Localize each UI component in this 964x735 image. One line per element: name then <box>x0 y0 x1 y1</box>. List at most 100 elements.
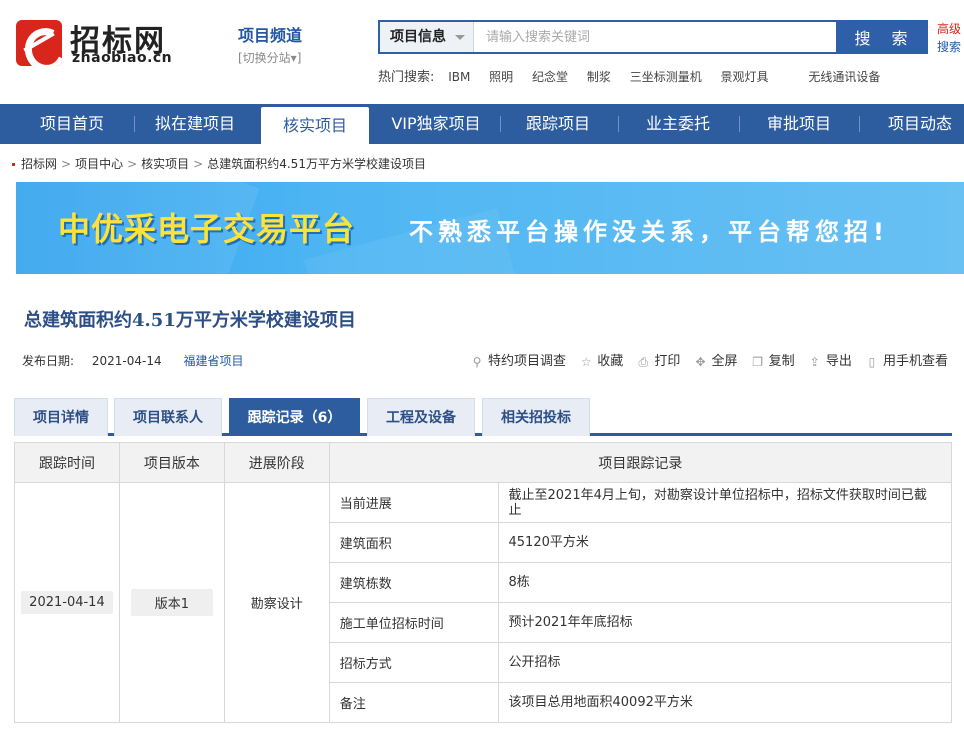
nav-item-owner[interactable]: 业主委托 <box>620 104 736 144</box>
page-title: 总建筑面积约4.51万平方米学校建设项目 <box>24 310 356 331</box>
bullet-icon <box>12 163 15 166</box>
search-box: 项目信息 搜 索 <box>378 20 928 54</box>
mobile-view-action[interactable]: ▯ 用手机查看 <box>866 350 948 369</box>
record-value: 预计2021年年底招标 <box>497 602 953 643</box>
record-label: 施工单位招标时间 <box>328 602 499 643</box>
record-value: 该项目总用地面积40092平方米 <box>497 682 953 723</box>
nav-item-verified[interactable]: 核实项目 <box>261 107 369 144</box>
column-header: 项目版本 <box>118 442 225 483</box>
action-toolbar: ⚲ 特约项目调查 ☆ 收藏 ⎙ 打印 ✥ 全屏 ❐ 复制 ⇪ 导出 ▯ 用手机查看 <box>461 350 948 369</box>
nav-divider <box>134 116 135 132</box>
hot-search-item[interactable]: 照明 <box>489 70 513 84</box>
fullscreen-action[interactable]: ✥ 全屏 <box>695 350 738 369</box>
site-logo[interactable]: 招标网 zhaobiao.cn <box>16 18 196 68</box>
nav-divider <box>618 116 619 132</box>
advanced-search-link[interactable]: 高级 搜索 <box>937 20 961 56</box>
nav-item-vip[interactable]: VIP独家项目 <box>378 104 494 144</box>
record-label: 招标方式 <box>328 642 499 683</box>
breadcrumb: 招标网 > 项目中心 > 核实项目 > 总建筑面积约4.51万平方米学校建设项目 <box>12 155 426 172</box>
action-label: 特约项目调查 <box>488 354 567 369</box>
banner-slogan: 不熟悉平台操作没关系，平台帮您招! <box>409 218 889 246</box>
advanced-search-label: 高级 <box>937 22 962 36</box>
nav-divider <box>859 116 860 132</box>
record-label: 当前进展 <box>328 482 499 523</box>
tracking-table: 跟踪时间 项目版本 进展阶段 项目跟踪记录 2021-04-14 版本1 勘察设… <box>14 442 953 723</box>
tab-project-details[interactable]: 项目详情 <box>14 398 108 436</box>
column-header: 跟踪时间 <box>14 442 120 483</box>
banner-title: 中优采电子交易平台 <box>58 210 356 248</box>
publish-date: 2021-04-14 <box>91 354 162 368</box>
tab-related-bids[interactable]: 相关招投标 <box>482 398 590 436</box>
hot-search-item[interactable]: 景观灯具 <box>721 70 769 84</box>
chevron-down-icon <box>455 35 465 40</box>
chevron-right-icon: > <box>61 157 72 171</box>
region-link[interactable]: 福建省项目 <box>183 354 243 368</box>
breadcrumb-current: 总建筑面积约4.51万平方米学校建设项目 <box>207 157 426 171</box>
publish-date-label: 发布日期: <box>22 354 75 368</box>
hot-search-item[interactable]: 三坐标测量机 <box>630 70 702 84</box>
chevron-right-icon: > <box>127 157 138 171</box>
tab-engineering-equipment[interactable]: 工程及设备 <box>367 398 475 436</box>
channel-block: 项目频道 [切换分站▾] <box>238 22 302 66</box>
stage-cell: 勘察设计 <box>223 482 330 723</box>
record-value: 截止至2021年4月上旬，对勘察设计单位招标中，招标文件获取时间已截止 <box>497 482 953 523</box>
tracking-date: 2021-04-14 <box>21 591 113 614</box>
export-icon: ⇪ <box>809 355 820 369</box>
switch-site-link[interactable]: [切换分站▾] <box>238 49 302 66</box>
print-action[interactable]: ⎙ 打印 <box>637 350 681 369</box>
table-header-row: 跟踪时间 项目版本 进展阶段 项目跟踪记录 <box>14 442 953 483</box>
column-header: 进展阶段 <box>223 442 330 483</box>
advanced-search-label-2: 搜索 <box>937 40 962 54</box>
logo-domain: zhaobiao.cn <box>72 50 173 66</box>
action-label: 复制 <box>768 354 795 369</box>
fullscreen-icon: ✥ <box>695 355 706 369</box>
printer-icon: ⎙ <box>638 355 649 369</box>
action-label: 全屏 <box>711 354 738 369</box>
breadcrumb-link[interactable]: 项目中心 <box>75 157 123 171</box>
mobile-phone-icon: ▯ <box>868 355 876 369</box>
hot-search-item[interactable]: 纪念堂 <box>532 70 568 84</box>
version-value: 版本1 <box>130 589 214 616</box>
hot-search-item[interactable]: 制浆 <box>587 70 611 84</box>
promo-banner[interactable]: 中优采电子交易平台 不熟悉平台操作没关系，平台帮您招! <box>16 182 964 274</box>
star-icon: ☆ <box>580 355 592 369</box>
logo-mark-icon <box>16 20 62 66</box>
nav-item-approval[interactable]: 审批项目 <box>741 104 857 144</box>
export-action[interactable]: ⇪ 导出 <box>809 350 852 369</box>
chevron-right-icon: > <box>193 157 204 171</box>
favorite-action[interactable]: ☆ 收藏 <box>580 350 623 369</box>
nav-divider <box>739 116 740 132</box>
search-icon: ⚲ <box>472 355 482 369</box>
site-header: 招标网 zhaobiao.cn 项目频道 [切换分站▾] 项目信息 搜 索 高级… <box>0 0 964 104</box>
survey-action[interactable]: ⚲ 特约项目调查 <box>471 350 566 369</box>
action-label: 导出 <box>825 354 852 369</box>
search-input[interactable] <box>476 22 838 52</box>
hot-search-label: 热门搜索: <box>378 70 435 85</box>
tab-project-contacts[interactable]: 项目联系人 <box>114 398 222 436</box>
main-nav: 项目首页 拟在建项目 核实项目 VIP独家项目 跟踪项目 业主委托 审批项目 项… <box>0 104 964 144</box>
action-label: 用手机查看 <box>882 354 948 369</box>
table-row: 2021-04-14 版本1 勘察设计 当前进展 截止至2021年4月上旬，对勘… <box>14 482 953 723</box>
breadcrumb-link[interactable]: 招标网 <box>21 157 57 171</box>
record-value: 公开招标 <box>497 642 953 683</box>
hot-search-item[interactable]: IBM <box>448 70 470 84</box>
search-category-select[interactable]: 项目信息 <box>380 22 474 52</box>
tab-tracking-records[interactable]: 跟踪记录（6） <box>229 398 360 436</box>
record-value: 8栋 <box>497 562 953 603</box>
channel-title: 项目频道 <box>238 26 303 45</box>
hot-search-item[interactable]: 无线通讯设备 <box>808 70 880 84</box>
action-label: 打印 <box>654 354 681 369</box>
breadcrumb-link[interactable]: 核实项目 <box>141 157 189 171</box>
nav-item-planned[interactable]: 拟在建项目 <box>137 104 253 144</box>
record-label: 建筑面积 <box>328 522 499 563</box>
nav-item-tracking[interactable]: 跟踪项目 <box>500 104 616 144</box>
nav-item-news[interactable]: 项目动态 <box>862 104 964 144</box>
hot-searches: 热门搜索: IBM 照明 纪念堂 制浆 三坐标测量机 景观灯具 无线通讯设备 <box>378 66 895 85</box>
detail-tabs: 项目详情 项目联系人 跟踪记录（6） 工程及设备 相关招投标 <box>14 398 952 436</box>
search-button[interactable]: 搜 索 <box>836 20 928 54</box>
tracking-date-cell: 2021-04-14 <box>14 482 120 723</box>
record-label: 建筑栋数 <box>328 562 499 603</box>
copy-action[interactable]: ❐ 复制 <box>752 350 795 369</box>
nav-item-home[interactable]: 项目首页 <box>14 104 130 144</box>
record-value: 45120平方米 <box>497 522 953 563</box>
